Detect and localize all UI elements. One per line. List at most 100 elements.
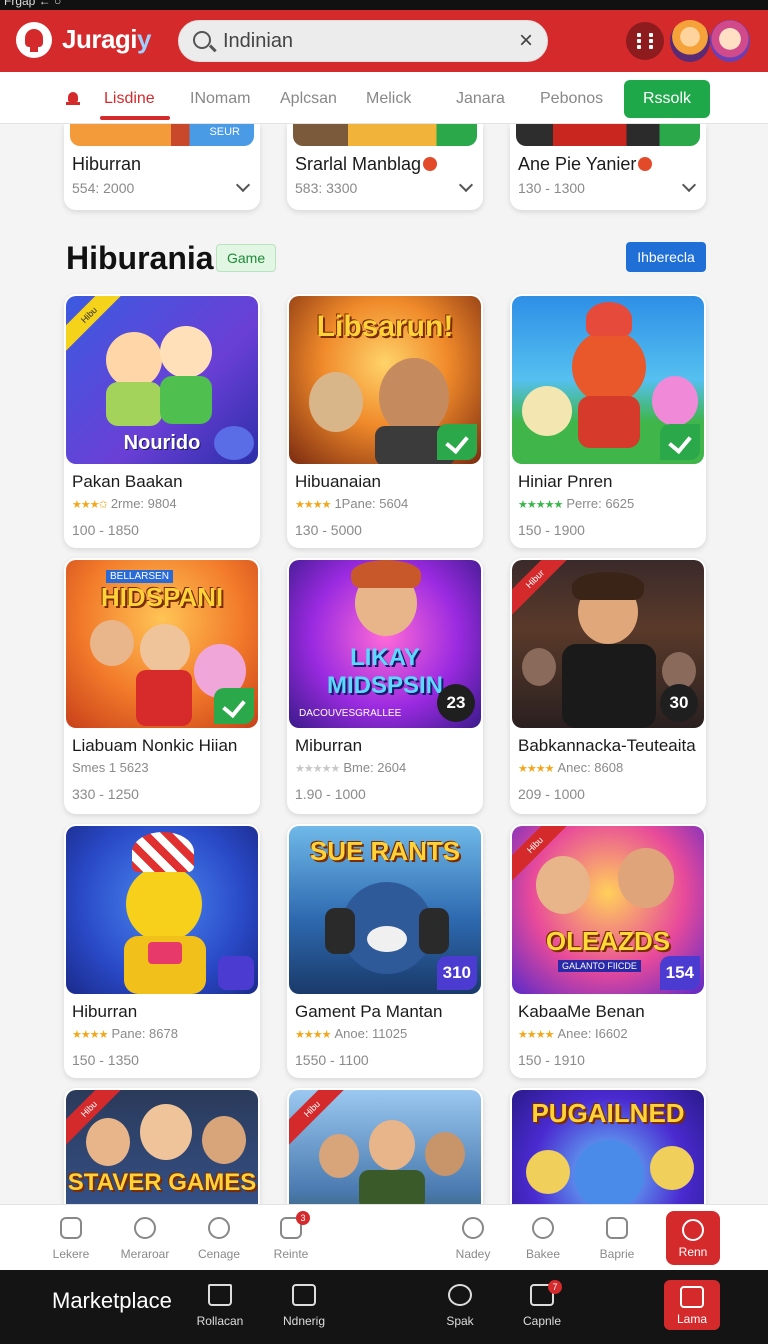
list-item[interactable]: Ane Pie Yanier 130 - 1300 xyxy=(510,124,706,210)
people-icon xyxy=(462,1217,484,1239)
nav-label: Meraroar xyxy=(120,1247,170,1261)
search-icon[interactable] xyxy=(193,31,211,49)
nav-label: Bakee xyxy=(525,1247,561,1261)
nav-meraroar[interactable]: Meraroar xyxy=(110,1205,180,1271)
clear-search-icon[interactable]: × xyxy=(519,29,533,53)
game-card[interactable]: PUGAILNED xyxy=(510,1088,706,1204)
see-all-button[interactable]: Ihberecla xyxy=(626,242,706,272)
game-thumbnail xyxy=(512,296,704,464)
game-card[interactable]: Libsarun! Hibuanaian ★★★★ 1Pane: 5604 130… xyxy=(287,294,483,548)
tab-aplcsan[interactable]: Aplcsan xyxy=(280,90,337,108)
bottom-spak[interactable]: Spak xyxy=(420,1270,500,1344)
tab-home-icon xyxy=(66,92,80,106)
item-title: Srarlal Manblag xyxy=(295,154,438,175)
game-rating: ★★★✩ 2rme: 9804 xyxy=(72,496,177,511)
inbox-icon xyxy=(680,1286,704,1308)
bottom-label: Rollacan xyxy=(196,1314,244,1328)
game-card[interactable]: BELLARSEN HIDSPANI Liabuam Nonkic Hiian … xyxy=(64,558,260,814)
game-title: Miburran xyxy=(295,736,363,755)
thumbnail-label: SEUR xyxy=(209,126,240,138)
category-tag: Game xyxy=(216,244,277,272)
game-title: Babkannacka-Teuteaita xyxy=(518,736,696,755)
app-header: Juragiy × xyxy=(0,10,768,72)
nav-label: Lekere xyxy=(52,1247,90,1261)
verified-check-icon xyxy=(660,424,700,460)
game-title: KabaaMe Benan xyxy=(518,1002,645,1021)
game-range: 130 - 5000 xyxy=(295,522,362,538)
game-thumbnail: Libsarun! xyxy=(289,296,481,464)
nav-lekere[interactable]: Lekere xyxy=(36,1205,106,1271)
nav-label: Nadey xyxy=(455,1247,491,1261)
bottom-label: Capnle xyxy=(522,1314,562,1328)
game-thumbnail: Hibur 30 xyxy=(512,560,704,728)
tab-inomam[interactable]: INomam xyxy=(190,90,250,108)
active-tab-indicator xyxy=(100,116,170,120)
bottom-capnle[interactable]: 7 Capnle xyxy=(502,1270,582,1344)
tab-melick[interactable]: Melick xyxy=(366,90,411,108)
tab-pebonos[interactable]: Pebonos xyxy=(540,90,603,108)
tab-lisdine[interactable]: Lisdine xyxy=(104,90,155,108)
content-scroll-area[interactable]: SEUR Hiburran 554: 2000 Srarlal Manblag … xyxy=(0,124,768,1204)
game-card[interactable]: Hiniar Pnren ★★★★★ Perre: 6625 150 - 1900 xyxy=(510,294,706,548)
game-thumbnail: LIKAY MIDSPSIN DACOUVESGRALLEE 23 xyxy=(289,560,481,728)
game-card[interactable]: Hibu Nourido Pakan Baakan ★★★✩ 2rme: 9804… xyxy=(64,294,260,548)
thumbnail-subtitle: GALANTO FIICDE xyxy=(558,960,641,972)
nav-nadey[interactable]: Nadey xyxy=(438,1205,508,1271)
game-card[interactable]: STAVER GAMES Hibu xyxy=(64,1088,260,1204)
bottom-ndnerig[interactable]: Ndnerig xyxy=(264,1270,344,1344)
brand-name[interactable]: Juragiy xyxy=(62,24,151,55)
game-rating: ★★★★★ Bme: 2604 xyxy=(295,760,407,775)
game-card[interactable]: Hibur 30 Babkannacka-Teuteaita ★★★★ Anec:… xyxy=(510,558,706,814)
nav-label: Baprie xyxy=(599,1247,635,1261)
avatar[interactable] xyxy=(670,20,710,62)
game-card[interactable]: Hibu xyxy=(287,1088,483,1204)
game-thumbnail: OLEAZDS GALANTO FIICDE Hibu 154 xyxy=(512,826,704,994)
grid-menu-icon[interactable] xyxy=(626,22,664,60)
bottom-rollacan[interactable]: Rollacan xyxy=(180,1270,260,1344)
nav-label: Cenage xyxy=(197,1247,241,1261)
chevron-down-icon[interactable] xyxy=(458,177,474,193)
list-item[interactable]: SEUR Hiburran 554: 2000 xyxy=(64,124,260,210)
apps-icon xyxy=(606,1217,628,1239)
marketplace-title: Marketplace xyxy=(52,1288,172,1313)
game-title: Hibuanaian xyxy=(295,472,382,491)
game-card[interactable]: LIKAY MIDSPSIN DACOUVESGRALLEE 23 Miburr… xyxy=(287,558,483,814)
bottom-label: Ndnerig xyxy=(282,1314,326,1328)
nav-renn[interactable]: Renn xyxy=(666,1211,720,1265)
home-icon xyxy=(208,1284,232,1306)
item-meta: 554: 2000 xyxy=(72,180,135,196)
item-meta: 583: 3300 xyxy=(295,180,358,196)
game-card[interactable]: Hiburran ★★★★ Pane: 8678 150 - 1350 xyxy=(64,824,260,1078)
list-item[interactable]: Srarlal Manblag 583: 3300 xyxy=(287,124,483,210)
bottom-lama[interactable]: Lama xyxy=(664,1280,720,1330)
cta-button[interactable]: Rssolk xyxy=(624,80,710,118)
profile-icon xyxy=(532,1217,554,1239)
game-card[interactable]: OLEAZDS GALANTO FIICDE Hibu 154 KabaaMe … xyxy=(510,824,706,1078)
home-icon xyxy=(60,1217,82,1239)
game-card[interactable]: SUE RANTS 310 Gament Pa Mantan ★★★★ Anoe:… xyxy=(287,824,483,1078)
hot-badge-icon xyxy=(423,157,438,172)
game-title: Pakan Baakan xyxy=(72,472,183,491)
brand-logo-icon[interactable] xyxy=(16,22,52,58)
item-title: Hiburran xyxy=(72,154,142,174)
hot-badge-icon xyxy=(638,157,653,172)
game-title: Hiniar Pnren xyxy=(518,472,613,491)
smile-icon xyxy=(134,1217,156,1239)
chevron-down-icon[interactable] xyxy=(681,177,697,193)
bottom-label: Lama xyxy=(676,1312,708,1326)
nav-cenage[interactable]: Cenage xyxy=(184,1205,254,1271)
bottom-app-bar: Marketplace Rollacan Ndnerig Spak 7 Capn… xyxy=(0,1270,768,1344)
chevron-down-icon[interactable] xyxy=(235,177,251,193)
game-range: 209 - 1000 xyxy=(518,786,585,802)
search-input[interactable] xyxy=(223,26,503,56)
avatar-secondary[interactable] xyxy=(710,20,750,62)
nav-bakee[interactable]: Bakee xyxy=(508,1205,578,1271)
nav-reinte[interactable]: 3 Reinte xyxy=(256,1205,326,1271)
game-thumbnail: STAVER GAMES Hibu xyxy=(66,1090,258,1204)
tab-janara[interactable]: Janara xyxy=(456,90,505,108)
nav-baprie[interactable]: Baprie xyxy=(582,1205,652,1271)
nav-label: Renn xyxy=(678,1245,708,1259)
search-bar[interactable]: × xyxy=(178,20,548,62)
category-tabs: Lisdine INomam Aplcsan Melick Janara Peb… xyxy=(0,72,768,124)
game-title: Hiburran xyxy=(72,1002,138,1021)
